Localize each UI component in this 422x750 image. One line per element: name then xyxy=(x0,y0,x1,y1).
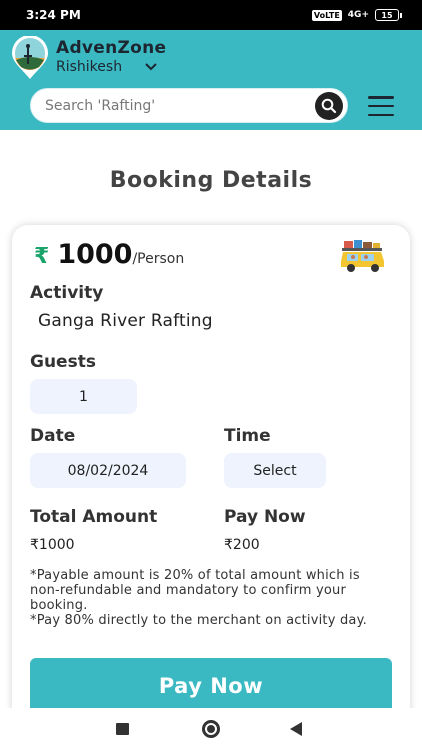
pay-now-value: ₹200 xyxy=(224,537,260,553)
activity-name: Ganga River Rafting xyxy=(38,311,213,331)
search-input[interactable] xyxy=(45,97,295,114)
circle-icon[interactable] xyxy=(202,720,220,738)
guests-input[interactable]: 1 xyxy=(30,379,137,414)
price-value: 1000 xyxy=(57,239,133,270)
volte-icon: VoLTE xyxy=(311,9,342,21)
status-bar: 3:24 PM VoLTE 4G+ 15 xyxy=(0,0,422,30)
payment-note: *Payable amount is 20% of total amount w… xyxy=(30,568,392,628)
system-nav-bar xyxy=(0,708,422,750)
battery-level: 15 xyxy=(375,9,399,21)
chevron-down-icon xyxy=(145,63,157,71)
total-amount-label: Total Amount xyxy=(30,507,158,527)
booking-card: ₹ 1000 /Person Activity Ganga River Raft… xyxy=(12,225,410,708)
hamburger-menu-icon[interactable] xyxy=(368,96,394,116)
price-unit: /Person xyxy=(132,251,185,267)
search-icon xyxy=(321,98,337,114)
activity-label: Activity xyxy=(30,283,104,303)
rupee-icon: ₹ xyxy=(34,244,50,269)
car-with-luggage-illustration xyxy=(341,240,384,272)
adventure-logo-icon[interactable] xyxy=(11,36,49,80)
time-select[interactable]: Select xyxy=(224,453,326,488)
status-icons: VoLTE 4G+ 15 xyxy=(311,9,402,21)
date-input[interactable]: 08/02/2024 xyxy=(30,453,186,488)
guests-label: Guests xyxy=(30,352,96,372)
page-title: Booking Details xyxy=(109,168,313,193)
search-bar[interactable] xyxy=(30,88,348,123)
battery-icon: 15 xyxy=(375,9,402,21)
payment-note-line-2: *Pay 80% directly to the merchant on act… xyxy=(30,613,367,628)
back-triangle-icon[interactable] xyxy=(290,722,302,736)
pay-now-button[interactable]: Pay Now xyxy=(30,658,392,708)
location-selector[interactable]: Rishikesh xyxy=(56,59,158,75)
time-label: Time xyxy=(224,426,271,446)
payment-note-line-1: *Payable amount is 20% of total amount w… xyxy=(30,568,360,613)
pay-now-label: Pay Now xyxy=(224,507,306,527)
status-time: 3:24 PM xyxy=(26,8,81,22)
date-label: Date xyxy=(30,426,76,446)
location-label: Rishikesh xyxy=(56,59,123,75)
total-amount-value: ₹1000 xyxy=(30,537,75,553)
signal-icon: 4G+ xyxy=(347,10,369,20)
search-button[interactable] xyxy=(315,92,343,120)
app-header: AdvenZone Rishikesh xyxy=(0,30,422,130)
square-icon[interactable] xyxy=(116,723,129,735)
app-name: AdvenZone xyxy=(56,38,167,58)
main-content: Booking Details ₹ 1000 /Person Activity … xyxy=(0,130,422,708)
price-row: ₹ 1000 /Person xyxy=(34,239,184,270)
